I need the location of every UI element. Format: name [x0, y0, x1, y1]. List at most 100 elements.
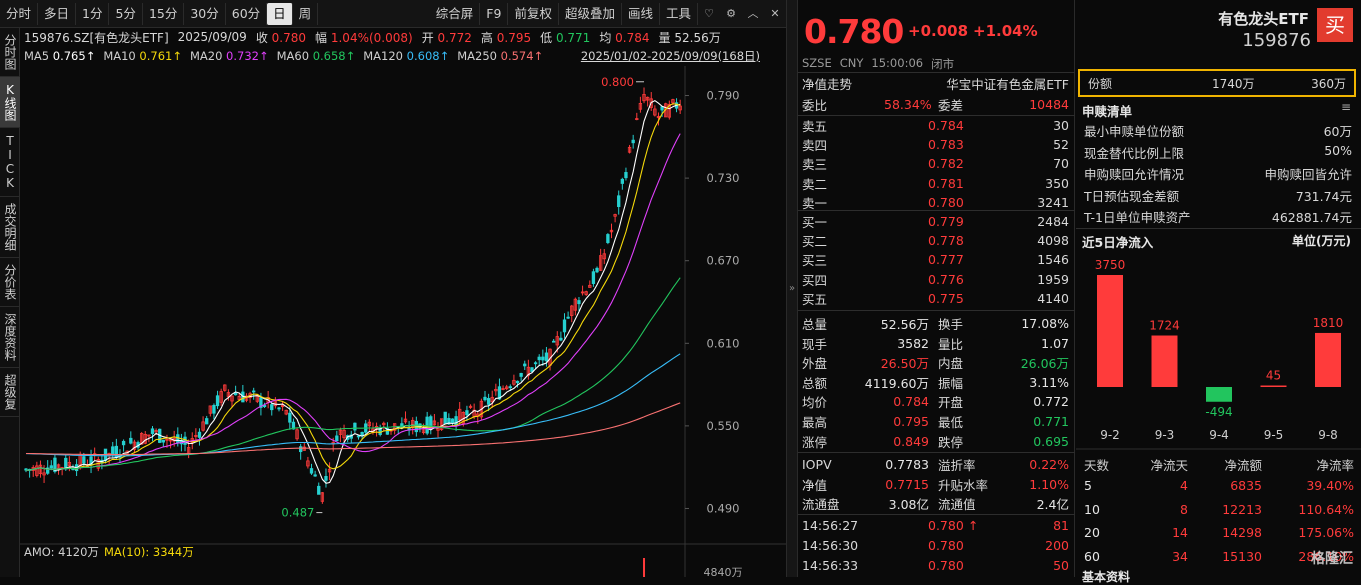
ma-item-5: MA250 0.574↑ — [457, 49, 543, 63]
sg-row: 申购赎回允许情况 申购赎回皆允许 — [1084, 167, 1352, 182]
side-tab-3[interactable]: 成交明细 — [0, 197, 20, 258]
candle-body — [197, 431, 202, 438]
chevron-up-icon[interactable]: ︿ — [745, 6, 761, 22]
candle-body — [544, 352, 549, 362]
open-value: 0.772 — [437, 30, 472, 45]
flow-date: 9-5 — [1264, 428, 1284, 442]
candle-body — [559, 337, 563, 341]
candle-body — [577, 300, 581, 305]
ask-row[interactable]: 卖一 0.780 3241 — [798, 193, 1075, 212]
iopv-row: 流通盘 3.08亿 流通值 2.4亿 — [802, 497, 1069, 513]
price-pct: +1.04% — [973, 22, 1038, 40]
candle-body — [212, 404, 216, 414]
candle-body — [317, 485, 321, 495]
period-tab-5[interactable]: 30分 — [184, 2, 226, 25]
max-label: 0.800 — [601, 75, 634, 89]
candle-body — [486, 398, 491, 405]
collapse-handle[interactable]: » — [786, 0, 798, 577]
ask-row[interactable]: 卖二 0.781 350 — [798, 174, 1075, 193]
candle-body — [465, 410, 469, 416]
avg-label: 均 — [599, 30, 612, 45]
flow-value: 1724 — [1149, 319, 1180, 333]
sg-row: T-1日单位申赎资产 462881.74元 — [1084, 210, 1352, 225]
candle-body — [454, 416, 458, 426]
heart-icon[interactable]: ♡ — [701, 6, 717, 22]
period-tab-0[interactable]: 分时 — [0, 2, 39, 25]
flow-date: 9-8 — [1318, 428, 1338, 442]
amo-label: AMO: 4120万 — [24, 545, 99, 559]
trend-row[interactable]: 净值走势 华宝中证有色金属ETF — [798, 74, 1075, 93]
tool-button-0[interactable]: 综合屏 — [430, 2, 481, 25]
date-label: 2025/09/09 — [177, 30, 247, 44]
quote-infobar: 159876.SZ[有色龙头ETF] 2025/09/09 收 0.780 幅 … — [20, 28, 786, 46]
ma-item-0: MA5 0.765↑ — [24, 49, 95, 63]
side-tab-0[interactable]: 分时图 — [0, 28, 20, 77]
flow-table-row: 20 14 14298 175.06% — [1084, 525, 1354, 540]
bid-row[interactable]: 买四 0.776 1959 — [798, 270, 1075, 289]
ma-label: MA250 — [457, 49, 501, 63]
tool-button-3[interactable]: 超级叠加 — [559, 2, 622, 25]
netflow-chart: 3750 9-2 1724 9-3 -494 9-4 45 9-5 1810 9-8 — [1076, 258, 1361, 450]
side-tab-6[interactable]: 超级复 — [0, 368, 20, 417]
kline-svg[interactable]: 0.790 0.730 0.670 0.610 0.550 0.490 0.800 0.487… — [20, 66, 786, 577]
share-highlight: 份额 1740万 360万 — [1078, 69, 1356, 97]
tool-button-1[interactable]: F9 — [480, 2, 509, 25]
flow-bar — [1097, 275, 1123, 387]
high-value: 0.795 — [496, 30, 532, 45]
expand-icon[interactable]: ≡ — [1341, 100, 1351, 114]
side-tabs: 分时图 K线图 TICK 成交明细 分价表 深度资料 超级复 — [0, 28, 20, 577]
candle-body — [508, 386, 512, 389]
side-tab-4[interactable]: 分价表 — [0, 258, 20, 307]
tool-button-2[interactable]: 前复权 — [508, 2, 559, 25]
close-label: 收 — [255, 30, 268, 45]
candle-body — [205, 418, 209, 425]
period-tab-3[interactable]: 5分 — [109, 2, 143, 25]
bid-row[interactable]: 买一 0.779 2484 — [798, 212, 1075, 231]
fund-full-name: 华宝中证有色金属ETF — [946, 77, 1069, 92]
tool-button-4[interactable]: 画线 — [622, 2, 660, 25]
side-tab-2[interactable]: TICK — [0, 128, 20, 197]
bid-row[interactable]: 买二 0.778 4098 — [798, 231, 1075, 250]
trend-label[interactable]: 净值走势 — [802, 74, 852, 93]
candle-body — [121, 440, 126, 446]
flow-bar — [1206, 387, 1232, 402]
candle-body — [562, 319, 567, 333]
candle-body — [624, 172, 628, 179]
date-range[interactable]: 2025/01/02-2025/09/09(168日) — [581, 48, 760, 64]
bid-row[interactable]: 买五 0.775 4140 — [798, 289, 1075, 308]
stat-row: 均价 0.784 开盘 0.772 — [802, 394, 1069, 411]
settings-icon[interactable]: ⚙ — [723, 6, 739, 22]
buy-button[interactable]: 买 — [1317, 8, 1353, 42]
period-tab-4[interactable]: 15分 — [143, 2, 185, 25]
close-icon[interactable]: ✕ — [767, 6, 783, 22]
open-label: 开 — [421, 30, 434, 45]
period-tab-2[interactable]: 1分 — [76, 2, 110, 25]
ask-row[interactable]: 卖三 0.782 70 — [798, 154, 1075, 173]
ma-label: MA120 — [363, 49, 407, 63]
period-tab-1[interactable]: 多日 — [38, 2, 77, 25]
period-tab-8[interactable]: 周 — [293, 2, 319, 25]
period-tab-7[interactable]: 日 — [267, 2, 293, 25]
candle-body — [324, 476, 328, 481]
tool-button-5[interactable]: 工具 — [660, 2, 698, 25]
candle-body — [523, 363, 527, 367]
bid-row[interactable]: 买三 0.777 1546 — [798, 250, 1075, 269]
chevron-right-icon[interactable]: » — [789, 283, 795, 294]
ask-row[interactable]: 卖四 0.783 52 — [798, 135, 1075, 154]
ask-row[interactable]: 卖五 0.784 30 — [798, 116, 1075, 135]
side-tab-5[interactable]: 深度资料 — [0, 307, 20, 368]
candle-body — [309, 468, 314, 474]
candle-body — [356, 435, 361, 438]
side-tab-1[interactable]: K线图 — [0, 77, 20, 128]
flow-date: 9-4 — [1209, 428, 1229, 442]
period-tab-6[interactable]: 60分 — [226, 2, 268, 25]
kline-chart[interactable]: 0.790 0.730 0.670 0.610 0.550 0.490 0.800 0.487… — [20, 66, 786, 577]
ma-label: MA20 — [189, 49, 227, 63]
vol-label: 量 — [658, 30, 671, 45]
price-change: +0.008 — [908, 22, 969, 40]
tick-row: 14:56:27 0.780 ↑ 81 — [802, 518, 1069, 533]
candle-body — [631, 139, 635, 144]
candle-body — [660, 106, 664, 111]
candle-body — [270, 404, 274, 411]
ma-value: 0.732↑ — [226, 49, 269, 63]
